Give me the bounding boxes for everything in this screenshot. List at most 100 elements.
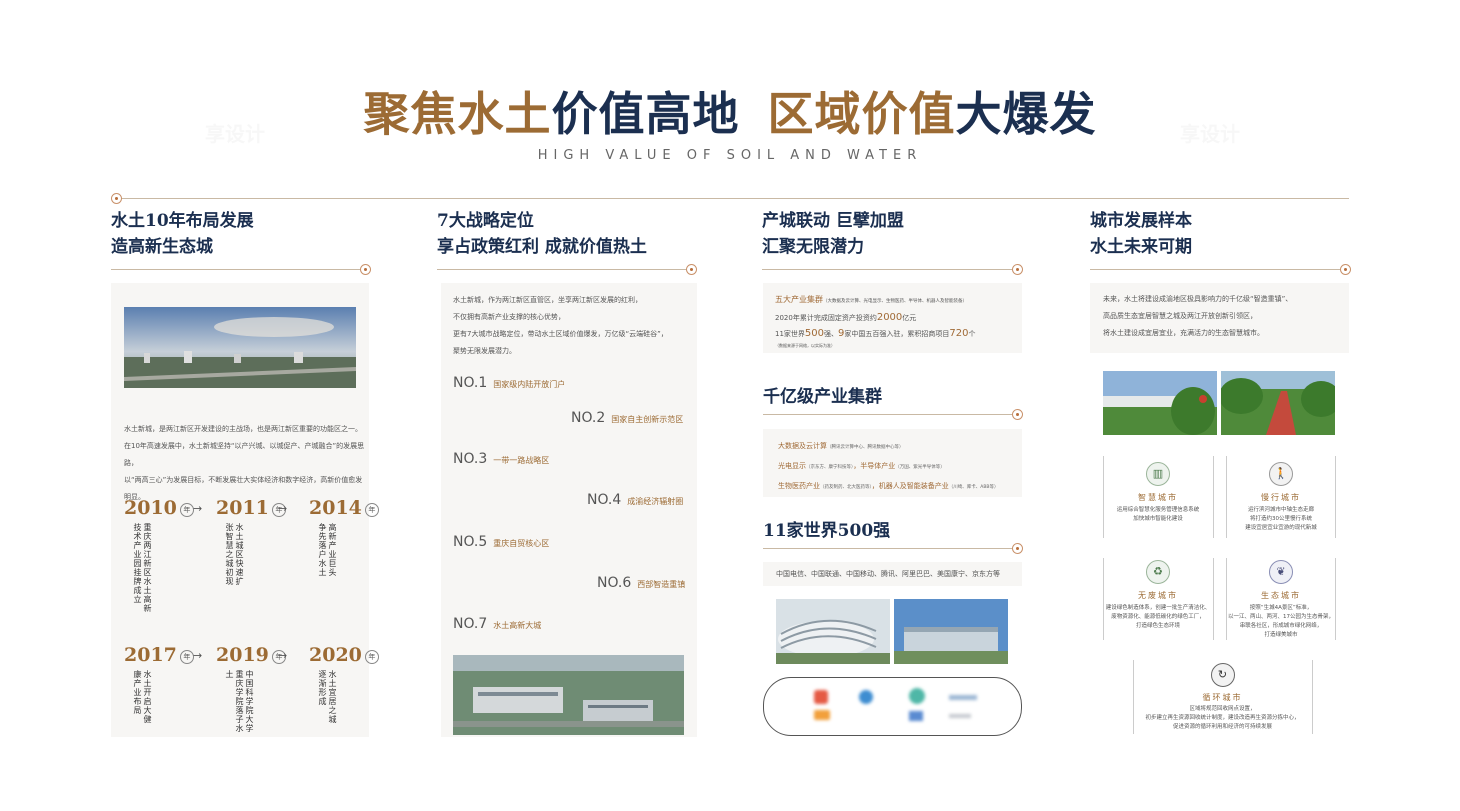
feature-title: 智慧城市 xyxy=(1138,493,1178,502)
feature-desc-line: 促进资源的循环利用和经济的可持续发展 xyxy=(1172,724,1272,730)
dot-icon xyxy=(686,264,697,275)
milestone-text: 重庆两江新区水土高新技术产业园挂牌成立 xyxy=(133,523,152,613)
dot-icon xyxy=(1012,543,1023,554)
divider xyxy=(1312,660,1313,734)
milestone: 2020 年 水土宜居之城逐渐形成 xyxy=(309,644,379,730)
col1-intro-line: 水土新城，是两江新区开发建设的主战场，也是两江新区重要的功能区之一。 xyxy=(124,425,362,433)
milestone-year: 2020 xyxy=(309,644,362,666)
milestone-year: 2014 xyxy=(309,497,362,519)
col2-intro-line: 更有7大城市战略定位，带动水土区域价值爆发，万亿级“云端硅谷”， xyxy=(453,330,668,338)
company-logo xyxy=(814,690,828,704)
col4-heading-line2: 水土未来可期 xyxy=(1090,237,1192,257)
col2-heading-line1: 7大战略定位 xyxy=(437,211,534,231)
divider xyxy=(1335,558,1336,640)
feature-desc-line: 区域将规范回收网点设置， xyxy=(1189,706,1256,712)
stat-text: 11家世界 xyxy=(775,330,805,338)
milestone: 2019 年 中国科学院大学重庆学院落子水土 xyxy=(216,644,286,736)
cluster-note: （药友制药、北大医药等） xyxy=(820,485,872,490)
divider xyxy=(437,269,687,270)
feature-desc-line: 建设宜居宜业宜游的现代新城 xyxy=(1245,525,1317,531)
strategy-label: 国家自主创新示范区 xyxy=(611,415,684,424)
stat-note: （大数据及云计算、光电显示、生物医药、半导体、机器人及智能装备） xyxy=(823,299,967,304)
stat-number: 720 xyxy=(949,328,969,339)
company-logo xyxy=(814,710,830,720)
feature-desc: 运行滨河城市中轴生态走廊 将打造约30公里慢行系统 建设宜居宜业宜游的现代新城 xyxy=(1227,506,1335,533)
milestone: 2010 年 重庆两江新区水土高新技术产业园挂牌成立 xyxy=(124,497,194,613)
col1-intro: 水土新城，是两江新区开发建设的主战场，也是两江新区重要的功能区之一。 在10年高… xyxy=(124,421,369,506)
strategy-label: 水土高新大城 xyxy=(493,621,542,630)
cluster-note: （川崎、库卡、ABB等） xyxy=(948,485,999,490)
leaf-icon: ♻ xyxy=(1146,560,1170,584)
strategy-item: NO.1 国家级内陆开放门户 xyxy=(453,372,565,391)
feature-card-smart: ▥ 智慧城市 运用综合智慧化服务管理信息系统 加快城市智能化建设 xyxy=(1104,462,1212,524)
feature-title: 生态城市 xyxy=(1261,591,1301,600)
col1-heading-line1: 水土10年布局发展 xyxy=(111,211,254,231)
divider xyxy=(763,548,1015,549)
divider xyxy=(762,269,1014,270)
milestone-year: 2017 xyxy=(124,644,177,666)
stat-number: 2000 xyxy=(876,312,903,323)
col1-heading-line2: 造高新生态城 xyxy=(111,237,213,257)
smart-city-icon: ▥ xyxy=(1146,462,1170,486)
col2-heading-line2: 享占政策红利 成就价值热土 xyxy=(437,237,647,257)
cluster-name: 大数据及云计算 xyxy=(778,442,827,450)
strategy-item: NO.3 一带一路战略区 xyxy=(453,448,549,467)
strategy-no: NO.4 xyxy=(587,492,622,508)
feature-desc-line: 运用综合智慧化服务管理信息系统 xyxy=(1116,507,1200,513)
feature-desc-line: 建设绿色制造体系，创建一批生产清洁化、 xyxy=(1105,605,1211,611)
strategy-item: NO.4 成渝经济辐射圈 xyxy=(587,489,683,508)
col4-heading: 城市发展样本 水土未来可期 xyxy=(1090,208,1192,260)
feature-title: 无废城市 xyxy=(1138,591,1178,600)
company-logo xyxy=(949,714,971,718)
strategy-item: NO.7 水土高新大城 xyxy=(453,613,541,632)
arrow-icon: → xyxy=(278,502,288,515)
stat-number: 500 xyxy=(804,328,825,339)
feature-desc-line: 按照“生城4A景区”标准， xyxy=(1249,605,1313,611)
divider xyxy=(117,198,1349,199)
col4-heading-line1: 城市发展样本 xyxy=(1090,211,1192,231)
milestone-text: 高新产业巨头争先落户水土 xyxy=(318,523,337,577)
cluster-name: 光电显示 xyxy=(778,462,806,470)
company-logo xyxy=(859,690,873,704)
col2-intro-line: 水土新城，作为两江新区直管区，坐享两江新区发展的红利， xyxy=(453,296,642,304)
feature-title: 循环城市 xyxy=(1202,693,1243,702)
logo-strip xyxy=(763,677,1022,736)
divider xyxy=(1090,269,1342,270)
cluster-note: （腾讯云计算中心、腾讯数据中心等） xyxy=(827,445,904,450)
year-badge: 年 xyxy=(179,649,194,664)
col4-intro-line: 将水土建设成宜居宜业，充满活力的生态智慧城市。 xyxy=(1103,329,1264,337)
page-subtitle: HIGH VALUE OF SOIL AND WATER xyxy=(537,148,923,163)
divider xyxy=(1213,558,1214,640)
park-photo xyxy=(1103,371,1217,435)
year-badge: 年 xyxy=(179,502,194,517)
ecology-icon: ❦ xyxy=(1269,560,1293,584)
feature-desc-line: 打造绿色生态环境 xyxy=(1135,623,1180,629)
stat-unit: 亿元 xyxy=(902,314,917,322)
milestone-text: 中国科学院大学重庆学院落子水土 xyxy=(225,670,254,733)
divider xyxy=(763,414,1015,415)
col2-heading: 7大战略定位 享占政策红利 成就价值热土 xyxy=(437,208,647,260)
col3-heading-line1: 产城联动 巨擘加盟 xyxy=(762,211,904,231)
col3-heading-line2: 汇聚无限潜力 xyxy=(762,237,864,257)
col3-heading: 产城联动 巨擘加盟 汇聚无限潜力 xyxy=(762,208,904,260)
col3-stats: 五大产业集群（大数据及云计算、光电显示、生物医药、半导体、机器人及智能装备） 2… xyxy=(775,292,1020,350)
cluster-note: （京东方、康宁科技等） xyxy=(806,465,854,470)
arrow-icon: → xyxy=(193,502,203,515)
title-part2: 价值高地 xyxy=(551,87,740,141)
col4-intro-line: 未来，水土将建设成渝地区极具影响力的千亿级“智造重镇”、 xyxy=(1103,295,1293,303)
stat-text: 家中国五百强入驻，累积招商项目 xyxy=(844,330,950,338)
cluster-heading: 千亿级产业集群 xyxy=(763,387,882,407)
milestone-text: 水土宜居之城逐渐形成 xyxy=(318,670,337,724)
divider xyxy=(111,269,361,270)
feature-desc-line: 加快城市智能化建设 xyxy=(1133,516,1183,522)
stat-label: 五大产业集群 xyxy=(775,295,823,304)
title-part1: 聚焦水土 xyxy=(363,87,552,141)
feature-desc: 建设绿色制造体系，创建一批生产清洁化、 废物资源化、能源低碳化的绿色工厂， 打造… xyxy=(1104,604,1212,631)
company-logo xyxy=(909,688,925,704)
strategy-item: NO.6 西部智造重镇 xyxy=(597,572,685,591)
stat-text: 强、 xyxy=(824,330,839,338)
cluster-list: 大数据及云计算（腾讯云计算中心、腾讯数据中心等） 光电显示（京东方、康宁科技等）… xyxy=(778,442,999,490)
strategy-no: NO.2 xyxy=(571,410,606,426)
strategy-no: NO.6 xyxy=(597,575,632,591)
feature-desc: 运用综合智慧化服务管理信息系统 加快城市智能化建设 xyxy=(1104,506,1212,524)
